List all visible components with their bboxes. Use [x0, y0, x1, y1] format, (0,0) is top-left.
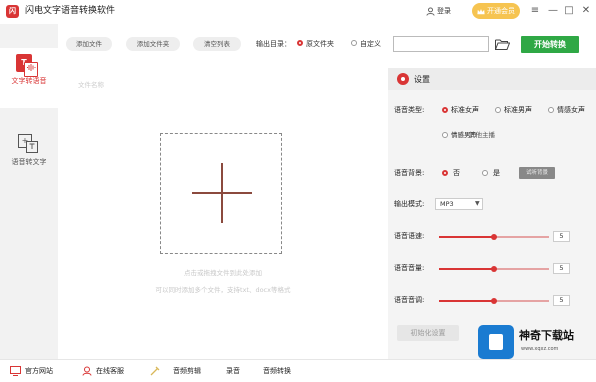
vip-label: 开通会员: [487, 7, 515, 15]
customer-service-icon: [82, 366, 92, 376]
watermark-box-icon: [489, 334, 503, 350]
output-source-radio[interactable]: [297, 40, 303, 46]
pitch-slider-fill: [439, 300, 494, 302]
voice-std-female-label[interactable]: 标准女声: [451, 105, 479, 115]
output-custom-radio[interactable]: [351, 40, 357, 46]
app-title: 闪电文字语音转换软件: [25, 6, 116, 16]
speed-slider-thumb[interactable]: [491, 234, 497, 240]
listen-bg-button[interactable]: 试听背景: [519, 167, 555, 179]
output-mode-label: 输出模式:: [394, 200, 425, 208]
pitch-label: 语音音调:: [394, 296, 425, 304]
pitch-value[interactable]: 5: [553, 295, 570, 306]
bottom-item-service[interactable]: 在线客服: [96, 366, 124, 376]
folder-open-icon[interactable]: [495, 39, 510, 50]
close-icon[interactable]: ✕: [579, 4, 593, 18]
voice-type-label: 语音类型:: [394, 106, 425, 114]
bg-no-label[interactable]: 否: [453, 168, 460, 178]
login-label: 登录: [437, 7, 451, 15]
speed-value[interactable]: 5: [553, 231, 570, 242]
bottom-item-website[interactable]: 官方网站: [25, 366, 53, 376]
voice-emo-female-radio[interactable]: [548, 107, 554, 113]
start-convert-button[interactable]: 开始转换: [521, 36, 579, 53]
add-file-button[interactable]: 添加文件: [66, 37, 112, 51]
user-icon: [426, 6, 435, 16]
app-logo-icon: 闪: [6, 5, 19, 18]
volume-value[interactable]: 5: [553, 263, 570, 274]
pitch-slider-thumb[interactable]: [491, 298, 497, 304]
volume-label: 语音音量:: [394, 264, 425, 272]
clear-list-button[interactable]: 清空列表: [193, 37, 241, 51]
bottom-item-record[interactable]: 录音: [226, 366, 240, 376]
add-plus-icon-vertical[interactable]: [221, 163, 223, 223]
voice-emo-male-radio[interactable]: [442, 132, 448, 138]
volume-slider-thumb[interactable]: [491, 266, 497, 272]
voice-emo-female-label[interactable]: 情感女声: [557, 105, 585, 115]
settings-title: 设置: [414, 75, 430, 84]
sidebar-item-label: 文字转语音: [11, 77, 47, 85]
bottom-item-audio-edit[interactable]: 音频剪辑: [173, 366, 201, 376]
bg-no-radio[interactable]: [442, 170, 448, 176]
drop-hint-secondary: 可以同时添加多个文件，支持txt、docx等格式: [155, 286, 291, 294]
speech-to-text-doc-icon: [26, 141, 38, 153]
speed-label: 语音语速:: [394, 232, 425, 240]
voice-std-male-radio[interactable]: [495, 107, 501, 113]
drop-hint-primary: 点击或拖拽文件到此处添加: [184, 269, 262, 277]
menu-icon[interactable]: ≡: [528, 4, 542, 18]
output-custom-label[interactable]: 自定义: [360, 38, 381, 50]
minimize-icon[interactable]: —: [546, 4, 560, 18]
output-path-input[interactable]: [393, 36, 489, 52]
gear-icon-center: [401, 77, 405, 81]
maximize-icon[interactable]: □: [562, 4, 576, 18]
output-source-label[interactable]: 原文件夹: [306, 38, 334, 50]
voice-std-male-label[interactable]: 标准男声: [504, 105, 532, 115]
reset-settings-button[interactable]: 初始化设置: [397, 325, 459, 341]
vip-button[interactable]: 开通会员: [472, 3, 520, 19]
speech-wave-icon: [24, 62, 38, 77]
voice-bg-label: 语音背景:: [394, 169, 425, 177]
sidebar-item-label[interactable]: 语音转文字: [0, 157, 58, 167]
more-voices-link[interactable]: 其他主播: [469, 130, 495, 140]
audio-edit-icon: [150, 366, 160, 376]
login-button[interactable]: 登录: [426, 4, 451, 18]
chevron-down-icon[interactable]: ▼: [475, 201, 480, 207]
watermark-text: 神奇下载站: [519, 329, 574, 342]
crown-icon: [477, 8, 485, 14]
website-icon: [10, 366, 21, 376]
watermark-url: www.xqxz.com: [521, 346, 559, 352]
file-list-header: 文件名称: [78, 81, 104, 89]
speed-slider-fill: [439, 236, 494, 238]
volume-slider-fill: [439, 268, 494, 270]
bottom-item-audio-convert[interactable]: 音频转换: [263, 366, 291, 376]
voice-std-female-radio[interactable]: [442, 107, 448, 113]
bg-yes-radio[interactable]: [482, 170, 488, 176]
add-folder-button[interactable]: 添加文件夹: [126, 37, 180, 51]
bg-yes-label[interactable]: 是: [493, 168, 500, 178]
output-dir-label: 输出目录：: [256, 40, 291, 48]
